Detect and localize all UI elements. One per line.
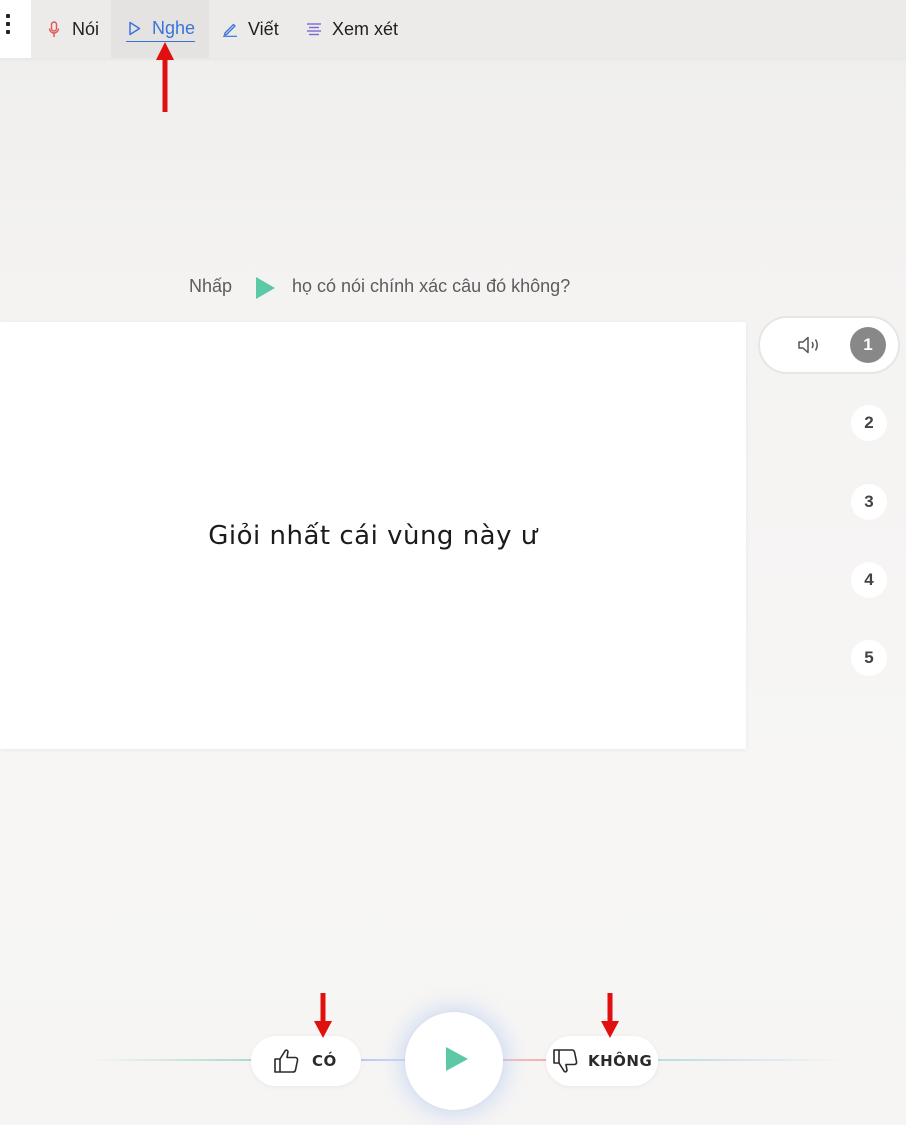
- speaker-icon[interactable]: [797, 334, 823, 361]
- tab-write[interactable]: Viết: [222, 0, 279, 58]
- pencil-icon: [222, 21, 238, 37]
- tab-review-label: Xem xét: [332, 18, 399, 39]
- tab-write-label: Viết: [248, 18, 279, 39]
- top-nav-bar: Nói Nghe Viết Xem xét: [0, 0, 906, 58]
- decor-line-right: [656, 1059, 846, 1061]
- clip-number-4[interactable]: 4: [851, 562, 887, 598]
- instruction-suffix: họ có nói chính xác câu đó không?: [292, 276, 571, 296]
- tab-listen-underline: Nghe: [126, 18, 196, 42]
- annotation-arrow-up: [156, 42, 174, 112]
- clip-number-5[interactable]: 5: [851, 640, 887, 676]
- decor-line-mid-right: [500, 1059, 548, 1061]
- yes-button-label: CÓ: [312, 1052, 337, 1070]
- thumbs-down-icon: [552, 1048, 580, 1079]
- sentence-text: Giỏi nhất cái vùng này ư: [208, 520, 538, 551]
- tab-speak[interactable]: Nói: [46, 0, 99, 58]
- instruction-line: Nhấp họ có nói chính xác câu đó không?: [0, 272, 906, 302]
- play-icon: [126, 21, 142, 37]
- decor-line-left: [90, 1059, 255, 1061]
- tab-speak-label: Nói: [72, 18, 100, 39]
- annotation-arrow-down: [601, 993, 619, 1038]
- play-icon: [445, 1046, 469, 1077]
- clip-number-3[interactable]: 3: [851, 484, 887, 520]
- tab-listen-label: Nghe: [152, 18, 196, 38]
- play-icon: [254, 276, 276, 305]
- tab-review[interactable]: Xem xét: [306, 0, 398, 58]
- decor-line-mid-left: [360, 1059, 408, 1061]
- kebab-menu-icon[interactable]: [0, 0, 31, 58]
- no-button-label: KHÔNG: [588, 1052, 653, 1070]
- list-icon: [306, 21, 322, 37]
- instruction-prefix: Nhấp: [189, 276, 233, 296]
- clip-number-2[interactable]: 2: [851, 405, 887, 441]
- thumbs-up-icon: [273, 1048, 301, 1079]
- clip-number-1[interactable]: 1: [850, 327, 886, 363]
- no-button[interactable]: KHÔNG: [546, 1036, 658, 1086]
- microphone-icon: [46, 20, 62, 37]
- yes-button[interactable]: CÓ: [251, 1036, 361, 1086]
- play-audio-button[interactable]: [405, 1012, 503, 1110]
- annotation-arrow-down: [314, 993, 332, 1038]
- sentence-card: Giỏi nhất cái vùng này ư: [0, 322, 746, 749]
